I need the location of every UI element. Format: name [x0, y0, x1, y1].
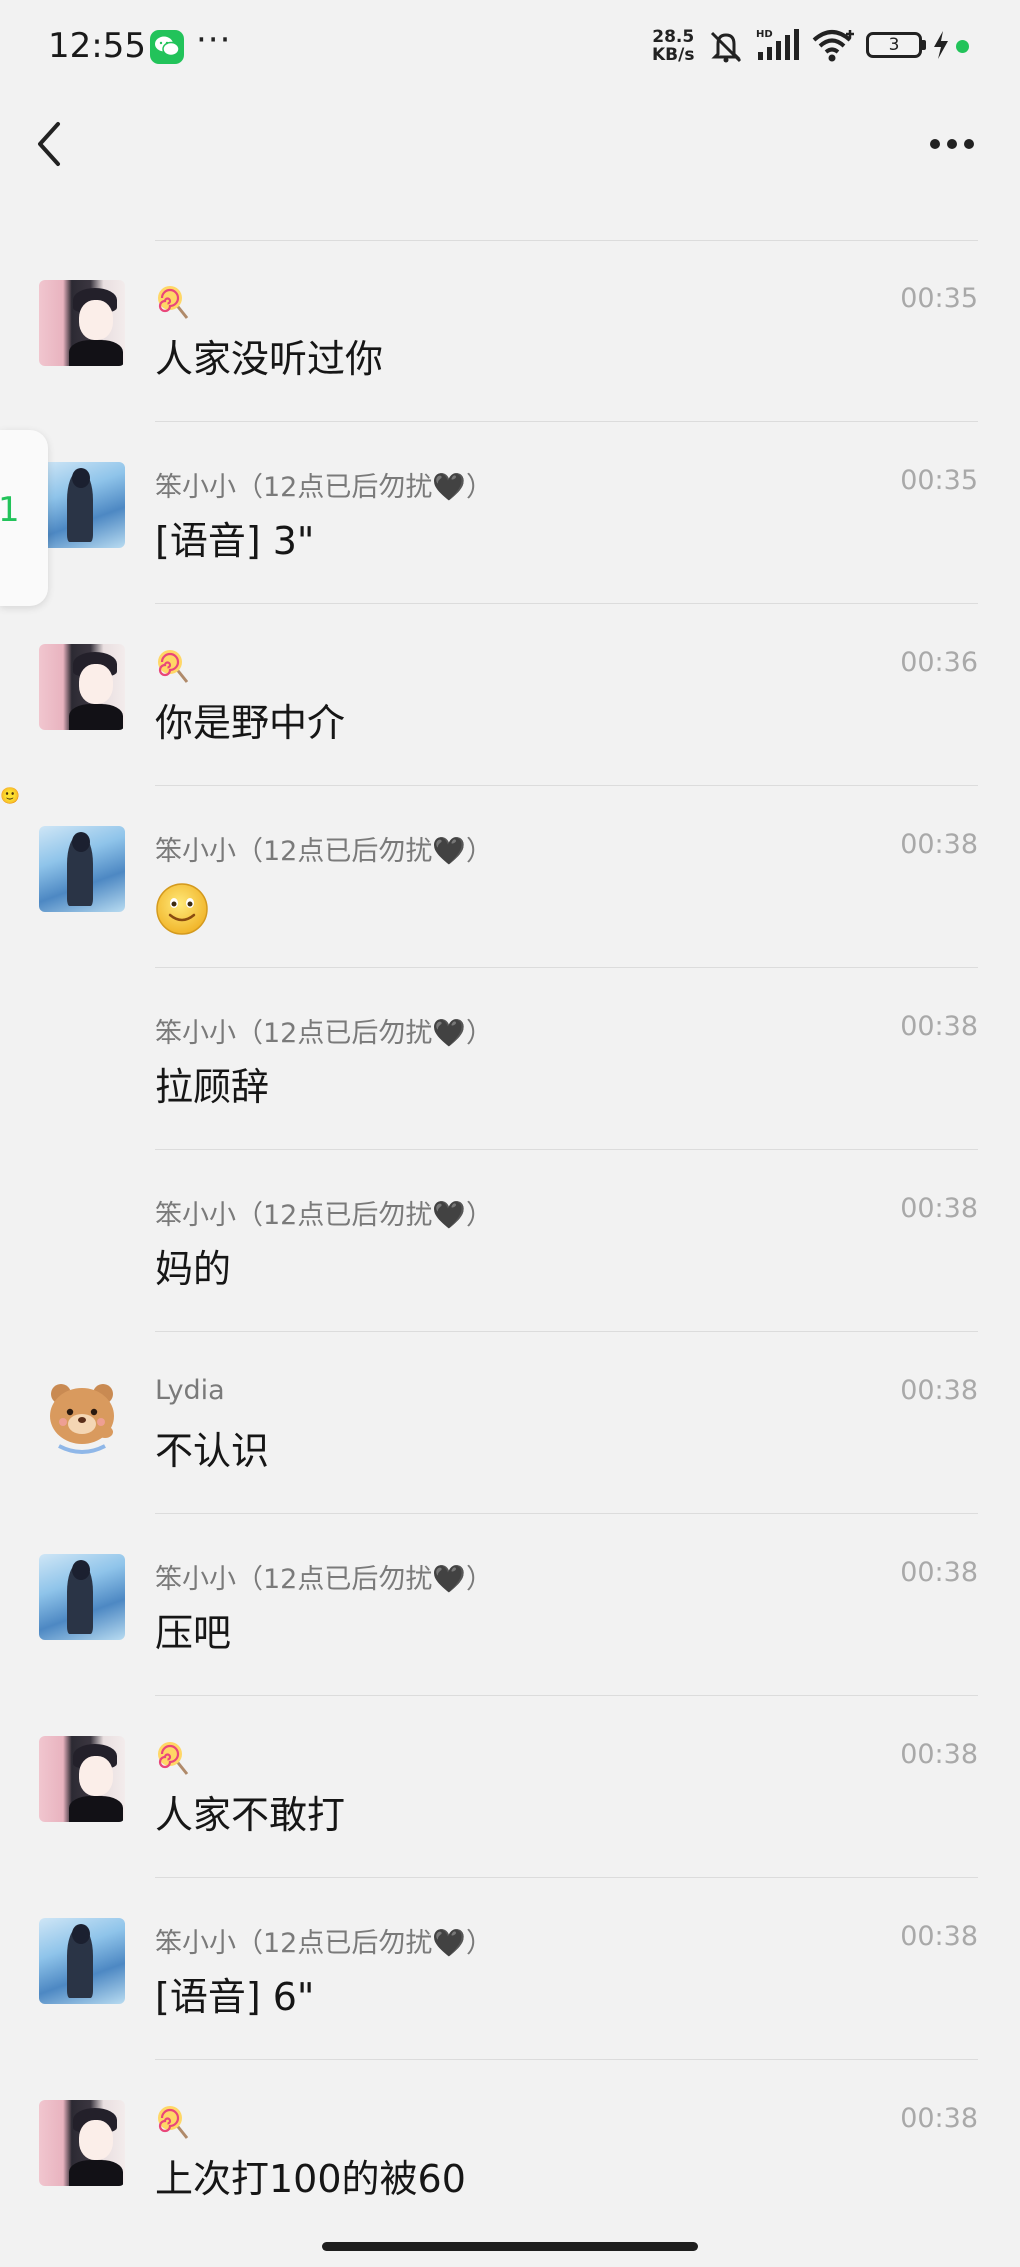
message-text: 拉顾辞 — [155, 1065, 270, 1109]
avatar-head — [72, 1560, 90, 1580]
avatar[interactable] — [39, 826, 125, 912]
message-time: 00:35 — [900, 465, 978, 496]
avatar-shirt — [69, 704, 123, 730]
sender-name: 笨小小（12点已后勿扰🖤） — [155, 1564, 493, 1595]
battery-tip — [922, 40, 926, 50]
message-text: 你是野中介 — [155, 701, 346, 745]
floating-side-tab[interactable]: 1 — [0, 430, 48, 606]
avatar[interactable] — [39, 1372, 125, 1458]
avatar-face — [79, 300, 113, 340]
voice-message-text[interactable]: [语音] 3" — [155, 510, 314, 565]
cellular-signal-icon: HD — [756, 29, 799, 60]
sender-name: 笨小小（12点已后勿扰🖤） — [155, 836, 493, 867]
message-time: 00:38 — [900, 1375, 978, 1406]
chevron-left-icon — [38, 122, 60, 166]
avatar-head — [72, 832, 90, 852]
message-time: 00:38 — [900, 829, 978, 860]
list-item[interactable]: 笨小小（12点已后勿扰🖤） 00:38 拉顾辞 — [0, 968, 1020, 1150]
list-item[interactable]: 笨小小（12点已后勿扰🖤） 00:38 [语音] 6" — [0, 1878, 1020, 2060]
wifi-icon — [812, 30, 854, 62]
avatar[interactable] — [39, 1736, 125, 1822]
message-time: 00:38 — [900, 1739, 978, 1770]
list-item[interactable]: 00:36 你是野中介 — [0, 604, 1020, 786]
svg-text:HD: HD — [756, 29, 773, 40]
status-bar: 12:55 ··· 28.5 KB/s HD 3 — [0, 0, 1020, 96]
message-time: 00:38 — [900, 1193, 978, 1224]
message-time: 00:36 — [900, 647, 978, 678]
more-dots-icon — [930, 139, 974, 149]
avatar[interactable] — [39, 1554, 125, 1640]
network-speed-unit: KB/s — [652, 45, 695, 65]
avatar-shirt — [69, 2160, 123, 2186]
side-tab-label: 1 — [0, 490, 20, 530]
voice-message-text[interactable]: [语音] 6" — [155, 1966, 314, 2021]
avatar[interactable] — [39, 462, 125, 548]
message-text: 人家不敢打 — [155, 1793, 346, 1837]
list-item[interactable]: 00:38 人家不敢打 — [0, 1696, 1020, 1878]
message-time: 00:38 — [900, 2103, 978, 2134]
avatar-face — [79, 2120, 113, 2160]
avatar[interactable] — [39, 644, 125, 730]
wechat-notification-icon — [150, 30, 184, 64]
privacy-indicator-dot — [956, 40, 969, 53]
chat-history-list[interactable]: 00:35 人家没听过你 笨小小（12点已后勿扰🖤） 00:35 [语音] 3"… — [0, 240, 1020, 2242]
message-text: 压吧 — [155, 1611, 232, 1655]
avatar-head — [72, 468, 90, 488]
message-text: 妈的 — [155, 1247, 232, 1291]
mute-bell-icon — [710, 31, 742, 63]
sender-name: 笨小小（12点已后勿扰🖤） — [155, 1018, 493, 1049]
sender-name: 笨小小（12点已后勿扰🖤） — [155, 1200, 493, 1231]
sender-name: 笨小小（12点已后勿扰🖤） — [155, 1928, 493, 1959]
avatar-shirt — [69, 340, 123, 366]
list-item[interactable]: 笨小小（12点已后勿扰🖤） 00:35 [语音] 3" — [0, 422, 1020, 604]
charging-bolt-icon — [934, 31, 948, 59]
message-time: 00:38 — [900, 1011, 978, 1042]
avatar-shirt — [69, 1796, 123, 1822]
status-time: 12:55 — [48, 26, 146, 66]
list-item[interactable]: 笨小小（12点已后勿扰🖤） 00:38 压吧 — [0, 1514, 1020, 1696]
network-speed-value: 28.5 — [652, 27, 695, 47]
list-item[interactable]: 笨小小（12点已后勿扰🖤） 00:38 妈的 — [0, 1150, 1020, 1332]
back-button[interactable] — [28, 116, 78, 172]
message-time: 00:35 — [900, 283, 978, 314]
message-text: 上次打100的被60 — [155, 2157, 466, 2201]
lollipop-icon — [158, 1742, 189, 1775]
message-text: 不认识 — [155, 1429, 270, 1473]
more-options-button[interactable] — [922, 124, 982, 164]
list-item[interactable]: 00:38 上次打100的被60 — [0, 2060, 1020, 2242]
sender-name: Lydia — [155, 1375, 225, 1406]
battery-icon: 3 — [866, 32, 922, 58]
smile-emoji-icon — [156, 883, 208, 935]
network-speed: 28.5 KB/s — [652, 28, 694, 64]
message-time: 00:38 — [900, 1557, 978, 1588]
message-text: 人家没听过你 — [155, 337, 384, 381]
list-item[interactable]: 00:35 人家没听过你 — [0, 240, 1020, 422]
avatar[interactable] — [39, 280, 125, 366]
avatar-face — [79, 1756, 113, 1796]
lollipop-icon — [158, 650, 189, 683]
bear-avatar-icon — [50, 1384, 114, 1454]
avatar[interactable] — [39, 2100, 125, 2186]
avatar[interactable] — [39, 1918, 125, 2004]
sender-name: 笨小小（12点已后勿扰🖤） — [155, 472, 493, 503]
home-indicator[interactable] — [322, 2242, 698, 2251]
list-item[interactable]: 笨小小（12点已后勿扰🖤） 00:38 🙂 — [0, 786, 1020, 968]
lollipop-icon — [158, 286, 189, 319]
list-item[interactable]: Lydia 00:38 不认识 — [0, 1332, 1020, 1514]
top-navigation-bar — [0, 96, 1020, 192]
battery-level: 3 — [888, 35, 900, 55]
lollipop-icon — [158, 2106, 189, 2139]
avatar-face — [79, 664, 113, 704]
avatar-head — [72, 1924, 90, 1944]
message-time: 00:38 — [900, 1921, 978, 1952]
more-notifications-icon: ··· — [196, 20, 232, 60]
